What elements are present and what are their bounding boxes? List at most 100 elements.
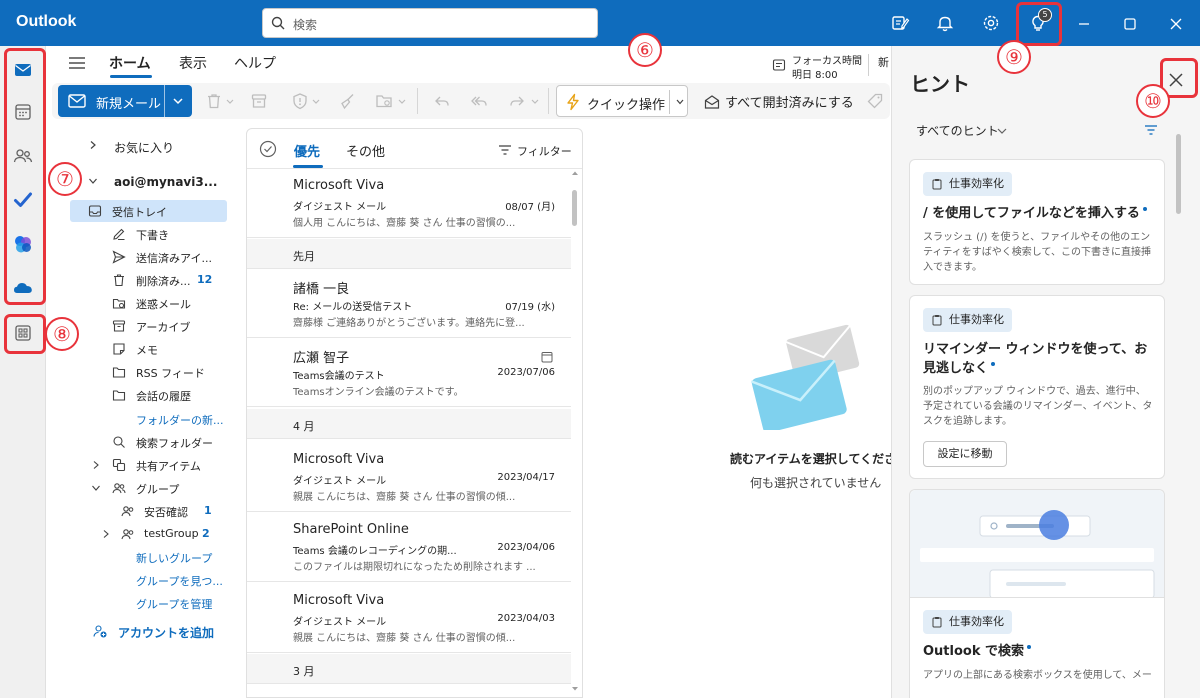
chevron-right-icon: [101, 529, 111, 539]
delete-icon[interactable]: [205, 92, 223, 110]
folder-conversation-history[interactable]: 会話の履歴: [46, 384, 236, 406]
scroll-up-icon[interactable]: [569, 168, 581, 178]
hints-filter-dropdown[interactable]: すべてのヒント: [916, 122, 999, 139]
mark-all-read-button[interactable]: すべて開封済みにする: [725, 92, 854, 111]
chevron-down-icon[interactable]: [172, 95, 184, 107]
hamburger-menu-icon[interactable]: [68, 56, 86, 70]
minimize-icon[interactable]: [1075, 15, 1093, 33]
maximize-icon[interactable]: [1121, 15, 1139, 33]
annotation-marker-9: ⑨: [997, 40, 1031, 74]
message-list-scrollbar[interactable]: [569, 168, 581, 698]
focus-time-value: 明日 8:00: [792, 70, 838, 81]
focus-time-icon: [772, 58, 786, 72]
message-list: 優先 その他 フィルター Microsoft Viva ダイジェスト メール 0…: [246, 128, 583, 698]
message-item[interactable]: Microsoft Viva ダイジェスト メール 2023/04/17 親展 …: [247, 444, 571, 512]
folder-label: グループを見つ...: [136, 575, 223, 588]
reply-icon[interactable]: [433, 92, 451, 110]
folder-shared[interactable]: 共有アイテム: [46, 454, 236, 476]
new-folder-link[interactable]: フォルダーの新...: [46, 408, 236, 430]
folder-deleted[interactable]: 削除済み... 12: [46, 269, 236, 291]
shared-icon: [112, 458, 126, 472]
annotation-marker-6: ⑥: [628, 33, 662, 67]
folder-label: アーカイブ: [136, 321, 191, 334]
lightning-icon: [565, 93, 581, 111]
search-placeholder: 検索: [293, 18, 318, 32]
date-group-header: 先月: [247, 239, 571, 269]
sweep-broom-icon[interactable]: [338, 92, 356, 110]
chevron-down-icon[interactable]: [530, 92, 540, 110]
send-icon: [112, 250, 126, 264]
folder-groups[interactable]: グループ: [46, 477, 236, 499]
filter-icon[interactable]: [498, 144, 512, 156]
folder-junk[interactable]: 迷惑メール: [46, 292, 236, 314]
message-item[interactable]: SharePoint Online Teams 会議のレコーディングの期... …: [247, 514, 571, 582]
chevron-down-icon[interactable]: [996, 126, 1008, 136]
find-groups-link[interactable]: グループを見つ...: [46, 569, 236, 591]
active-tab-indicator: [110, 75, 152, 78]
quick-action-button[interactable]: クイック操作: [556, 85, 688, 117]
scrollbar-thumb[interactable]: [572, 190, 577, 226]
folder-inbox[interactable]: 受信トレイ: [70, 200, 227, 222]
message-sender: 諸橋 一良: [293, 282, 350, 297]
message-item[interactable]: Microsoft Viva ダイジェスト メール 2023/04/03 親展 …: [247, 585, 571, 653]
favorites-label: お気に入り: [114, 141, 175, 155]
search-box[interactable]: 検索: [262, 8, 598, 38]
compose-note-icon[interactable]: [890, 13, 910, 33]
gear-icon[interactable]: [981, 13, 1001, 33]
manage-groups-link[interactable]: グループを管理: [46, 592, 236, 614]
hint-title: リマインダー ウィンドウを使って、お見逃しなく: [923, 340, 1155, 378]
forward-icon[interactable]: [508, 92, 526, 110]
new-mail-button[interactable]: 新規メール: [58, 85, 192, 117]
scrollbar-thumb[interactable]: [1176, 134, 1181, 214]
tag-icon[interactable]: [866, 92, 884, 110]
tab-focused[interactable]: 優先: [294, 141, 320, 160]
focus-time-title[interactable]: フォーカス時間: [792, 52, 862, 67]
message-preview: 親展 こんにちは、齋藤 葵 さん 仕事の習慣の傾...: [293, 633, 516, 644]
hint-title-text: / を使用してファイルなどを挿入する: [923, 206, 1140, 221]
unread-count: 2: [202, 527, 210, 540]
folder-sent[interactable]: 送信済みアイ...: [46, 246, 236, 268]
scroll-down-icon[interactable]: [569, 684, 581, 694]
new-group-link[interactable]: 新しいグループ: [46, 546, 236, 568]
tab-other[interactable]: その他: [346, 141, 385, 160]
tab-view[interactable]: 表示: [179, 53, 207, 73]
folder-search[interactable]: 検索フォルダー: [46, 431, 236, 453]
group-icon: [121, 504, 135, 518]
report-shield-icon[interactable]: [291, 92, 309, 110]
folder-label: フォルダーの新...: [136, 414, 224, 427]
hint-body: アプリの上部にある検索ボックスを使用して、メー: [923, 670, 1152, 681]
message-date: 2023/04/03: [497, 613, 555, 624]
move-folder-icon[interactable]: [375, 92, 393, 110]
message-item[interactable]: Microsoft Viva ダイジェスト メール 08/07 (月) 個人用 …: [247, 170, 571, 238]
hint-title-text: Outlook で検索: [923, 644, 1025, 659]
folder-drafts[interactable]: 下書き: [46, 223, 236, 245]
message-item[interactable]: 広瀬 智子 Teams会議のテスト 2023/07/06 Teamsオンライン会…: [247, 339, 571, 407]
tab-help[interactable]: ヘルプ: [234, 53, 276, 73]
go-to-settings-button[interactable]: 設定に移動: [923, 441, 1007, 467]
message-subject: Re: メールの送受信テスト: [293, 302, 413, 313]
tab-home[interactable]: ホーム: [109, 53, 151, 73]
hints-scrollbar[interactable]: [1172, 122, 1186, 692]
chevron-down-icon[interactable]: [397, 92, 407, 110]
folder-rss[interactable]: RSS フィード: [46, 361, 236, 383]
add-account-link[interactable]: アカウントを追加: [46, 620, 236, 642]
hints-title: ヒント: [910, 74, 970, 96]
reply-all-icon[interactable]: [470, 92, 488, 110]
chevron-down-icon[interactable]: [225, 92, 235, 110]
filter-icon[interactable]: [1144, 124, 1158, 136]
archive-icon[interactable]: [250, 92, 268, 110]
chevron-down-icon[interactable]: [675, 97, 685, 107]
message-item[interactable]: 諸橋 一良 Re: メールの送受信テスト 07/19 (水) 齋藤様 ご連絡あり…: [247, 270, 571, 338]
bell-icon[interactable]: [935, 13, 955, 33]
folder-label: グループ: [136, 483, 180, 496]
group-anpi[interactable]: 安否確認 1: [46, 500, 236, 522]
chevron-down-icon[interactable]: [311, 92, 321, 110]
group-testgroup[interactable]: testGroup 2: [46, 523, 236, 545]
select-all-checkbox[interactable]: [259, 140, 277, 158]
message-subject: Teams 会議のレコーディングの期...: [293, 546, 457, 557]
folder-pane: お気に入り aoi@mynavi3... 受信トレイ 下書き 送信済みアイ...…: [46, 122, 242, 698]
pencil-icon: [112, 227, 126, 241]
filter-button[interactable]: フィルター: [517, 143, 572, 159]
close-window-icon[interactable]: [1167, 15, 1185, 33]
favorites-header[interactable]: お気に入り: [46, 135, 236, 157]
